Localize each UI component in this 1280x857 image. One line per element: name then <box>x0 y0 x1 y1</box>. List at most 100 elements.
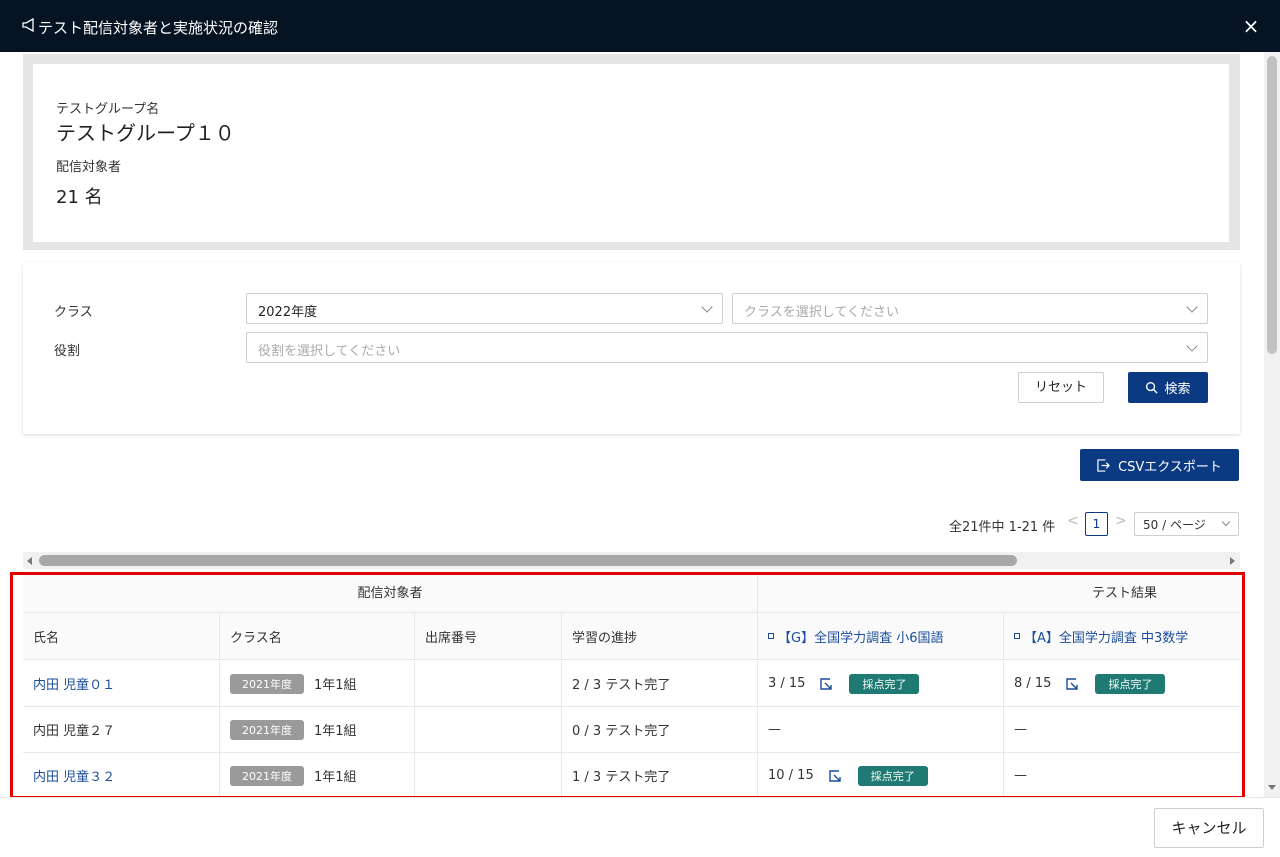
cell-class: 2021年度 1年1組 <box>220 707 415 752</box>
col-header-progress: 学習の進捗 <box>562 613 758 659</box>
test-score: 3 / 15 <box>768 676 806 691</box>
cell-test-a: — <box>1004 707 1240 752</box>
class-name: 1年1組 <box>314 770 357 785</box>
table-row: 内田 児童３２ 2021年度 1年1組 1 / 3 テスト完了 10 / 15 採… <box>23 753 1240 797</box>
chevron-down-icon <box>1186 301 1198 313</box>
cell-test-g: 10 / 15 採点完了 <box>758 753 1004 797</box>
student-name-link[interactable]: 内田 児童０１ <box>33 674 115 693</box>
results-table: 配信対象者 テスト結果 氏名 クラス名 出席番号 学習の進捗 【G】全国学力調査… <box>23 574 1240 797</box>
open-result-icon[interactable] <box>819 677 833 691</box>
target-count: 21 名 <box>56 187 103 208</box>
table-group-header: 配信対象者 テスト結果 <box>23 574 1240 613</box>
class-select[interactable]: クラスを選択してください <box>732 293 1208 324</box>
class-select-placeholder: クラスを選択してください <box>744 305 899 320</box>
col-header-test-g-label[interactable]: 【G】全国学力調査 小6国語 <box>778 627 943 646</box>
cell-attendance <box>415 707 562 752</box>
page-size-value: 50 / ページ <box>1143 518 1206 532</box>
pager-prev-button[interactable]: < <box>1067 513 1079 533</box>
info-card: テストグループ名 テストグループ１０ 配信対象者 21 名 <box>33 64 1229 242</box>
year-tag: 2021年度 <box>230 765 304 786</box>
vertical-scrollbar[interactable] <box>1264 52 1280 797</box>
scroll-down-icon[interactable] <box>1268 785 1276 790</box>
status-badge: 採点完了 <box>1095 673 1166 694</box>
chevron-down-icon <box>1221 517 1231 527</box>
col-header-test-g[interactable]: 【G】全国学力調査 小6国語 <box>758 613 1004 659</box>
test-score: — <box>1014 722 1027 737</box>
test-score: — <box>768 722 781 737</box>
checkbox-icon <box>768 633 774 639</box>
cell-progress: 0 / 3 テスト完了 <box>562 707 758 752</box>
cell-name: 内田 児童２７ <box>23 707 220 752</box>
search-button[interactable]: 検索 <box>1128 372 1208 403</box>
student-name-link[interactable]: 内田 児童３２ <box>33 766 115 785</box>
year-tag: 2021年度 <box>230 719 304 740</box>
search-button-label: 検索 <box>1164 382 1191 397</box>
group-name-value: テストグループ１０ <box>56 121 235 145</box>
table-row: 内田 児童０１ 2021年度 1年1組 2 / 3 テスト完了 3 / 15 採点… <box>23 661 1240 707</box>
class-name: 1年1組 <box>314 678 357 693</box>
close-icon[interactable]: × <box>1241 16 1261 36</box>
year-tag: 2021年度 <box>230 673 304 694</box>
group-header-results: テスト結果 <box>1092 586 1158 601</box>
cell-name: 内田 児童３２ <box>23 753 220 797</box>
year-select[interactable]: 2022年度 <box>246 293 723 324</box>
chevron-down-icon <box>701 301 713 313</box>
col-header-attendance: 出席番号 <box>415 613 562 659</box>
table-row: 内田 児童２７ 2021年度 1年1組 0 / 3 テスト完了 — — <box>23 707 1240 753</box>
status-badge: 採点完了 <box>857 765 928 786</box>
test-score: 10 / 15 <box>768 768 814 783</box>
cell-test-a: — <box>1004 753 1240 797</box>
role-label: 役割 <box>54 344 81 359</box>
horizontal-scrollbar[interactable] <box>23 552 1240 569</box>
cell-name: 内田 児童０１ <box>23 661 220 706</box>
cell-attendance <box>415 661 562 706</box>
dialog-footer: キャンセル <box>0 797 1280 857</box>
role-select-placeholder: 役割を選択してください <box>258 344 401 359</box>
test-score: 8 / 15 <box>1014 676 1052 691</box>
cell-class: 2021年度 1年1組 <box>220 661 415 706</box>
test-score: — <box>1014 768 1027 783</box>
reset-button[interactable]: リセット <box>1018 372 1104 403</box>
cell-class: 2021年度 1年1組 <box>220 753 415 797</box>
col-header-test-a[interactable]: 【A】全国学力調査 中3数学 <box>1004 613 1240 659</box>
class-label: クラス <box>54 305 93 320</box>
megaphone-icon <box>22 18 34 32</box>
role-select[interactable]: 役割を選択してください <box>246 332 1208 363</box>
scroll-left-icon[interactable] <box>27 557 32 565</box>
scrollbar-thumb[interactable] <box>1267 56 1277 354</box>
col-header-test-a-label[interactable]: 【A】全国学力調査 中3数学 <box>1024 627 1188 646</box>
dialog-body[interactable]: テストグループ名 テストグループ１０ 配信対象者 21 名 クラス 2022年度… <box>0 52 1264 797</box>
scroll-right-icon[interactable] <box>1230 557 1235 565</box>
student-name: 内田 児童２７ <box>33 724 116 739</box>
cell-progress: 1 / 3 テスト完了 <box>562 753 758 797</box>
export-icon <box>1097 458 1111 472</box>
info-panel: テストグループ名 テストグループ１０ 配信対象者 21 名 <box>23 54 1240 250</box>
col-header-name: 氏名 <box>23 613 220 659</box>
cell-test-g: — <box>758 707 1004 752</box>
group-name-label: テストグループ名 <box>56 102 160 117</box>
table-header-row: 氏名 クラス名 出席番号 学習の進捗 【G】全国学力調査 小6国語 【A】全国学… <box>23 613 1240 660</box>
pager-next-button[interactable]: > <box>1115 513 1127 533</box>
status-badge: 採点完了 <box>849 673 920 694</box>
pager-total: 全21件中 1-21 件 <box>949 520 1056 535</box>
cell-test-a: 8 / 15 採点完了 <box>1004 661 1240 706</box>
csv-export-label: CSVエクスポート <box>1118 459 1222 475</box>
search-icon <box>1146 381 1159 394</box>
scrollbar-thumb[interactable] <box>39 555 1017 566</box>
target-label: 配信対象者 <box>56 160 122 175</box>
year-select-value: 2022年度 <box>258 305 318 320</box>
cancel-button[interactable]: キャンセル <box>1154 808 1264 848</box>
class-name: 1年1組 <box>314 724 357 739</box>
open-result-icon[interactable] <box>1065 677 1079 691</box>
csv-export-button[interactable]: CSVエクスポート <box>1080 449 1239 481</box>
cell-attendance <box>415 753 562 797</box>
dialog-title: テスト配信対象者と実施状況の確認 <box>38 19 279 37</box>
checkbox-icon <box>1014 633 1020 639</box>
group-header-targets: 配信対象者 <box>23 574 758 613</box>
page-size-select[interactable]: 50 / ページ <box>1134 512 1239 536</box>
pager-page-1[interactable]: 1 <box>1085 512 1108 536</box>
cell-test-g: 3 / 15 採点完了 <box>758 661 1004 706</box>
cell-progress: 2 / 3 テスト完了 <box>562 661 758 706</box>
open-result-icon[interactable] <box>828 769 842 783</box>
filter-panel: クラス 2022年度 クラスを選択してください 役割 役割を選択してください リ… <box>23 262 1240 434</box>
